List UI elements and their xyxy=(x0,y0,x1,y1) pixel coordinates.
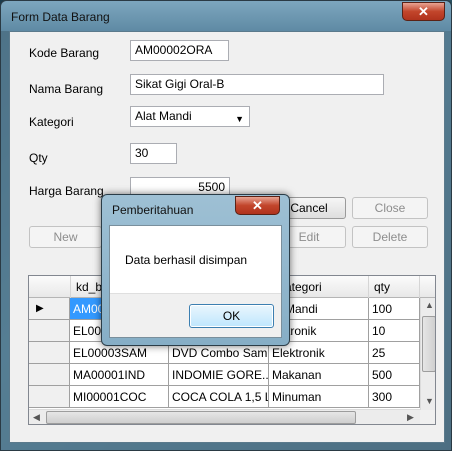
cell-nama[interactable]: INDOMIE GORE... xyxy=(169,364,269,386)
scroll-down-icon[interactable]: ▼ xyxy=(425,396,434,406)
cell-qty[interactable]: 100 xyxy=(369,298,420,320)
scrollbar-corner xyxy=(420,410,435,424)
kategori-selected-value: Alat Mandi xyxy=(135,109,192,123)
close-button[interactable]: Close xyxy=(352,197,428,219)
vertical-scrollbar[interactable]: ▲ ▼ xyxy=(420,298,435,410)
grid-corner-header xyxy=(29,276,71,298)
message-dialog: Pemberitahuan ✕ Data berhasil disimpan O… xyxy=(101,194,290,346)
form-window: Form Data Barang ✕ Kode Barang AM00002OR… xyxy=(0,0,452,451)
nama-barang-input[interactable]: Sikat Gigi Oral-B xyxy=(130,74,384,95)
window-title: Form Data Barang xyxy=(11,10,110,24)
delete-button[interactable]: Delete xyxy=(352,226,428,248)
cell-kategori[interactable]: Makanan xyxy=(269,364,369,386)
qty-input[interactable]: 30 xyxy=(130,143,177,164)
new-button[interactable]: New xyxy=(29,226,102,248)
kode-barang-label: Kode Barang xyxy=(29,46,100,60)
horizontal-scroll-thumb[interactable] xyxy=(46,411,356,424)
dialog-message: Data berhasil disimpan xyxy=(125,253,248,267)
current-row-icon: ▶ xyxy=(36,303,44,314)
nama-barang-label: Nama Barang xyxy=(29,82,104,96)
scroll-left-icon[interactable]: ◀ xyxy=(33,412,40,423)
kode-barang-input[interactable]: AM00002ORA xyxy=(130,40,229,61)
cell-kategori[interactable]: Minuman xyxy=(269,386,369,408)
dialog-footer: OK xyxy=(110,293,281,337)
vertical-scroll-thumb[interactable] xyxy=(422,316,435,372)
scroll-right-icon[interactable]: ▶ xyxy=(407,412,414,423)
qty-label: Qty xyxy=(29,151,48,165)
cell-qty[interactable]: 300 xyxy=(369,386,420,408)
horizontal-scrollbar[interactable]: ◀ ▶ xyxy=(29,409,420,424)
table-row[interactable]: MA00001IND INDOMIE GORE... Makanan 500 xyxy=(29,364,435,386)
cell-qty[interactable]: 25 xyxy=(369,342,420,364)
close-icon: ✕ xyxy=(252,198,263,213)
ok-button[interactable]: OK xyxy=(189,304,274,328)
kategori-label: Kategori xyxy=(29,115,74,129)
table-row[interactable]: MI00001COC COCA COLA 1,5 L Minuman 300 xyxy=(29,386,435,408)
close-icon: ✕ xyxy=(418,4,429,19)
window-close-button[interactable]: ✕ xyxy=(402,2,445,21)
row-header[interactable] xyxy=(29,386,70,408)
cell-qty[interactable]: 10 xyxy=(369,320,420,342)
chevron-down-icon: ▼ xyxy=(235,114,244,124)
kategori-select[interactable]: Alat Mandi ▼ xyxy=(130,106,250,127)
cell-qty[interactable]: 500 xyxy=(369,364,420,386)
row-header[interactable] xyxy=(29,320,70,342)
row-header[interactable] xyxy=(29,342,70,364)
harga-barang-label: Harga Barang xyxy=(29,184,104,198)
column-header-qty[interactable]: qty xyxy=(369,276,420,298)
row-header[interactable] xyxy=(29,364,70,386)
row-header[interactable]: ▶ xyxy=(29,298,70,320)
dialog-title: Pemberitahuan xyxy=(112,203,194,217)
cell-nama[interactable]: COCA COLA 1,5 L xyxy=(169,386,269,408)
cell-kd-barang[interactable]: MA00001IND xyxy=(70,364,169,386)
window-title-bar[interactable]: Form Data Barang ✕ xyxy=(1,1,451,31)
cell-kd-barang[interactable]: MI00001COC xyxy=(70,386,169,408)
dialog-body: Data berhasil disimpan OK xyxy=(109,225,282,338)
scroll-up-icon[interactable]: ▲ xyxy=(425,300,434,310)
dialog-close-button[interactable]: ✕ xyxy=(235,196,280,215)
